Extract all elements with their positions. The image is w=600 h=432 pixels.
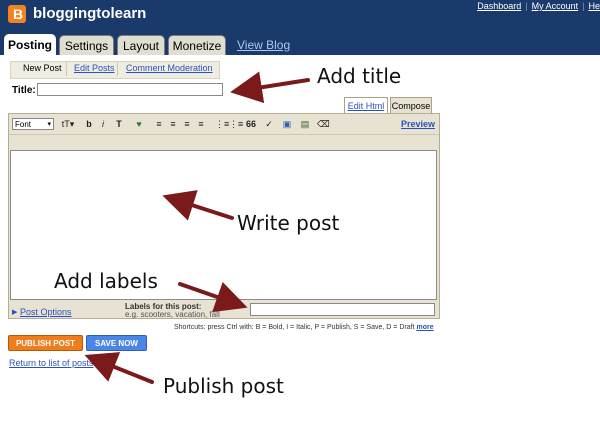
subnav-divider bbox=[117, 62, 118, 76]
align-right-icon[interactable]: ≡ bbox=[181, 118, 193, 130]
return-to-posts-link[interactable]: Return to list of posts bbox=[9, 358, 94, 368]
shortcuts-more-link[interactable]: more bbox=[416, 324, 433, 331]
numbered-list-icon[interactable]: ⋮≡ bbox=[215, 118, 229, 130]
font-select-label: Font bbox=[15, 120, 32, 129]
tab-settings[interactable]: Settings bbox=[59, 35, 114, 55]
text-color-icon[interactable]: T bbox=[113, 118, 125, 130]
chevron-down-icon: ▾ bbox=[47, 121, 51, 128]
labels-hint: e.g. scooters, vacation, fall bbox=[125, 310, 220, 319]
annotation-publish-post: Publish post bbox=[163, 374, 284, 398]
expand-triangle-icon[interactable]: ▶ bbox=[12, 308, 17, 316]
save-now-button[interactable]: SAVE NOW bbox=[86, 335, 147, 351]
align-center-icon[interactable]: ≡ bbox=[167, 118, 179, 130]
tab-layout[interactable]: Layout bbox=[117, 35, 165, 55]
align-justify-icon[interactable]: ≡ bbox=[195, 118, 207, 130]
annotation-add-labels: Add labels bbox=[54, 269, 158, 293]
eraser-icon[interactable]: ⌫ bbox=[317, 118, 330, 130]
arrow-publish-post bbox=[84, 352, 154, 384]
annotation-write-post: Write post bbox=[237, 211, 340, 235]
bullet-list-icon[interactable]: ⋮≡ bbox=[229, 118, 243, 130]
subnav-comment-moderation[interactable]: Comment Moderation bbox=[126, 63, 213, 73]
tab-edit-html[interactable]: Edit Html bbox=[344, 97, 388, 113]
bold-icon[interactable]: b bbox=[83, 118, 95, 130]
blog-name: bloggingtolearn bbox=[33, 5, 147, 22]
tab-posting[interactable]: Posting bbox=[4, 34, 56, 56]
publish-post-button[interactable]: PUBLISH POST bbox=[8, 335, 83, 351]
my-account-link[interactable]: My Account bbox=[532, 1, 579, 11]
image-icon[interactable]: ▣ bbox=[281, 118, 293, 130]
font-size-icon[interactable]: tT▾ bbox=[60, 118, 76, 130]
preview-link[interactable]: Preview bbox=[401, 119, 435, 129]
subnav-new-post[interactable]: New Post bbox=[23, 63, 62, 73]
subnav-divider bbox=[66, 62, 67, 76]
labels-input[interactable] bbox=[250, 303, 435, 316]
shortcuts-text: Shortcuts: press Ctrl with: B = Bold, I … bbox=[174, 324, 415, 331]
blockquote-icon[interactable]: 66 bbox=[245, 118, 257, 130]
italic-icon[interactable]: i bbox=[97, 118, 109, 130]
help-link[interactable]: He bbox=[588, 1, 600, 11]
align-left-icon[interactable]: ≡ bbox=[153, 118, 165, 130]
spellcheck-icon[interactable]: ✓ bbox=[263, 118, 275, 130]
blogger-logo-icon[interactable]: B bbox=[8, 5, 26, 23]
annotation-add-title: Add title bbox=[317, 64, 402, 88]
view-blog-link[interactable]: View Blog bbox=[237, 38, 290, 52]
post-options-link[interactable]: Post Options bbox=[20, 307, 72, 317]
shortcuts-hint: Shortcuts: press Ctrl with: B = Bold, I … bbox=[174, 324, 434, 331]
font-select[interactable]: Font ▾ bbox=[12, 118, 54, 130]
link-icon[interactable]: ♥ bbox=[133, 118, 145, 130]
subnav-edit-posts[interactable]: Edit Posts bbox=[74, 63, 115, 73]
video-icon[interactable]: ▤ bbox=[299, 118, 311, 130]
arrow-add-title bbox=[230, 71, 310, 104]
tab-compose[interactable]: Compose bbox=[390, 97, 432, 114]
tab-monetize[interactable]: Monetize bbox=[168, 35, 226, 55]
toolbar-divider bbox=[9, 134, 439, 135]
top-links: Dashboard | My Account | He bbox=[477, 1, 600, 11]
title-input[interactable] bbox=[37, 83, 223, 96]
dashboard-link[interactable]: Dashboard bbox=[477, 1, 521, 11]
title-label: Title: bbox=[12, 85, 36, 96]
